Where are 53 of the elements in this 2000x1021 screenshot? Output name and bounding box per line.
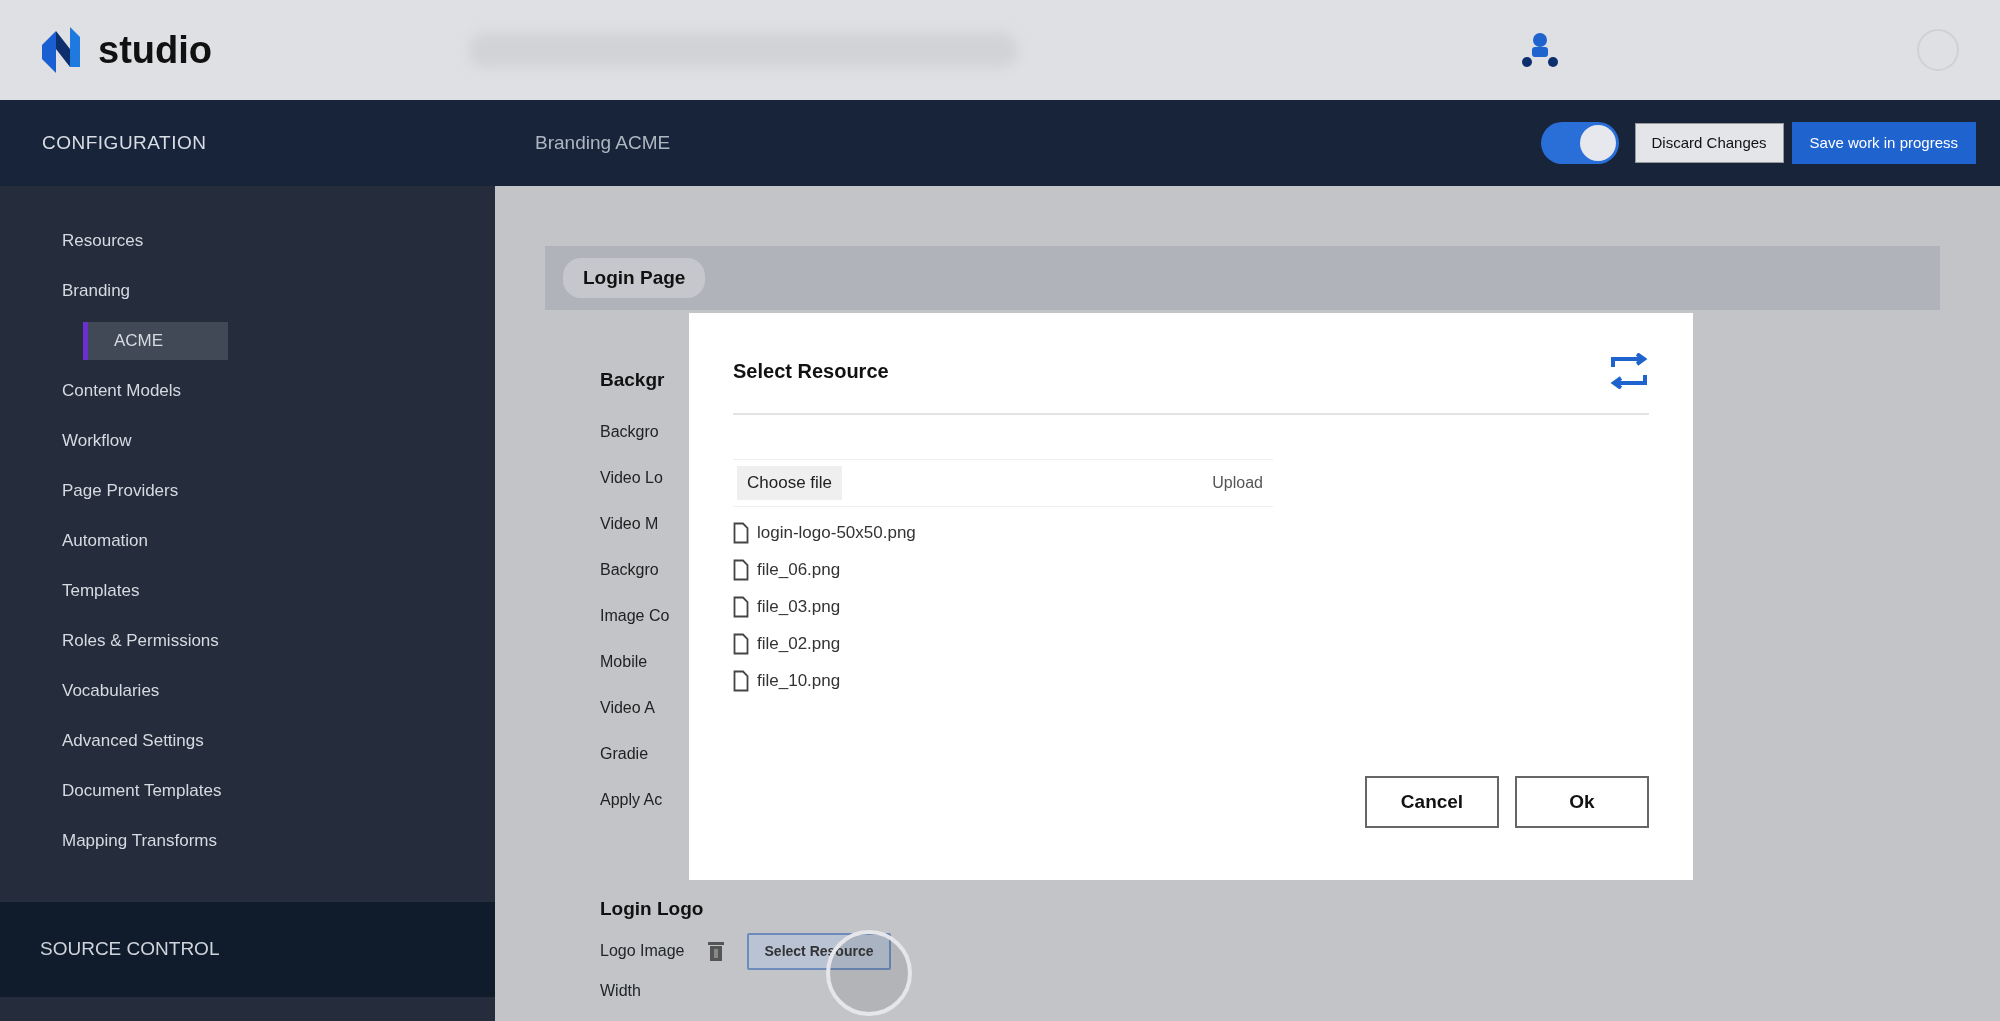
dialog-title: Select Resource bbox=[733, 359, 889, 384]
field-label: Video M bbox=[600, 513, 659, 534]
field-label: Video A bbox=[600, 697, 655, 718]
file-icon bbox=[733, 670, 749, 692]
file-name[interactable]: file_03.png bbox=[757, 594, 841, 620]
field-label: Logo Image bbox=[600, 941, 685, 961]
file-name[interactable]: file_06.png bbox=[757, 557, 841, 583]
logo-icon bbox=[40, 27, 82, 73]
file-icon bbox=[733, 522, 749, 544]
file-icon bbox=[733, 559, 749, 581]
sidebar-item[interactable]: Branding bbox=[62, 266, 495, 316]
section-title: CONFIGURATION bbox=[41, 130, 208, 155]
dialog-button[interactable]: Ok bbox=[1515, 776, 1649, 828]
sidebar-item[interactable]: Roles & Permissions bbox=[62, 616, 495, 666]
file-icon bbox=[733, 596, 749, 618]
sidebar-item[interactable]: Workflow bbox=[62, 416, 495, 466]
dialog-button[interactable]: Cancel bbox=[1365, 776, 1499, 828]
file-icon bbox=[733, 633, 749, 655]
field-label: Width bbox=[600, 981, 641, 1001]
trash-icon[interactable] bbox=[706, 941, 725, 961]
section-heading: Backgr bbox=[600, 368, 665, 392]
toggle-switch[interactable] bbox=[1540, 122, 1619, 164]
sidebar-item[interactable]: Content Models bbox=[62, 366, 495, 416]
field-label: Video Lo bbox=[600, 467, 663, 488]
save-button[interactable]: Save work in progress bbox=[1791, 121, 1976, 165]
sidebar-item[interactable]: Resources bbox=[62, 216, 495, 266]
sidebar-item[interactable]: Mapping Transforms bbox=[62, 816, 495, 866]
discard-button[interactable]: Discard Changes bbox=[1634, 122, 1784, 164]
section-tab[interactable]: Login Page bbox=[563, 257, 706, 299]
field-label: Apply Ac bbox=[600, 789, 663, 810]
section-heading: Login Logo bbox=[600, 896, 704, 921]
choose-file-button[interactable]: Choose file bbox=[737, 466, 843, 500]
source-control-section[interactable]: SOURCE CONTROL bbox=[0, 902, 495, 997]
swap-arrows-icon[interactable] bbox=[1609, 353, 1649, 389]
sidebar-item[interactable]: Automation bbox=[62, 516, 495, 566]
sidebar-item[interactable]: Vocabularies bbox=[62, 666, 495, 716]
file-name[interactable]: file_10.png bbox=[757, 668, 841, 694]
field-label: Gradie bbox=[600, 743, 649, 764]
file-name[interactable]: login-logo-50x50.png bbox=[757, 520, 916, 546]
hierarchy-icon[interactable] bbox=[1520, 31, 1560, 69]
field-label: Image Co bbox=[600, 605, 670, 626]
sidebar-item[interactable]: Page Providers bbox=[62, 466, 495, 516]
sidebar-item[interactable]: ACME bbox=[83, 322, 228, 360]
breadcrumb: Branding ACME bbox=[534, 130, 671, 155]
sidebar-item[interactable]: Templates bbox=[62, 566, 495, 616]
sidebar-item[interactable]: Advanced Settings bbox=[62, 716, 495, 766]
field-label: Mobile bbox=[600, 651, 648, 672]
field-label: Backgro bbox=[600, 559, 659, 580]
field-label: Backgro bbox=[600, 421, 659, 442]
file-input-field[interactable]: Choose file Upload bbox=[733, 459, 1273, 507]
file-name[interactable]: file_02.png bbox=[757, 631, 841, 657]
sidebar-item[interactable]: Document Templates bbox=[62, 766, 495, 816]
logo-text: studio bbox=[98, 27, 212, 73]
